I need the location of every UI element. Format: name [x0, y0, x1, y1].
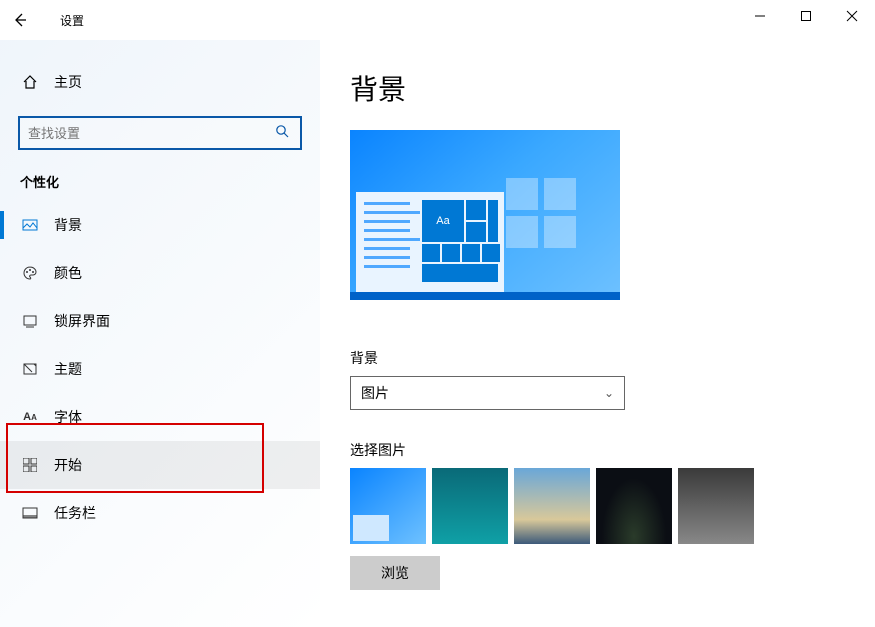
maximize-icon	[800, 10, 812, 22]
start-icon	[20, 455, 40, 475]
nav-label: 颜色	[54, 263, 82, 283]
select-value: 图片	[361, 383, 389, 403]
preview-sample-text: Aa	[422, 200, 464, 242]
windows-logo-icon	[506, 178, 576, 248]
palette-icon	[20, 263, 40, 283]
desktop-preview: Aa	[350, 130, 620, 300]
nav-item-taskbar[interactable]: 任务栏	[0, 489, 320, 537]
preview-window-mock: Aa	[356, 192, 504, 300]
bg-select-label: 背景	[350, 348, 875, 368]
search-input[interactable]	[28, 126, 272, 141]
nav-label: 主题	[54, 359, 82, 379]
arrow-left-icon	[12, 12, 28, 28]
window-title: 设置	[60, 12, 84, 29]
thumbnail[interactable]	[596, 468, 672, 544]
nav-item-colors[interactable]: 颜色	[0, 249, 320, 297]
thumbnail[interactable]	[678, 468, 754, 544]
minimize-icon	[754, 10, 766, 22]
nav-label: 任务栏	[54, 503, 96, 523]
nav-item-themes[interactable]: 主题	[0, 345, 320, 393]
nav-label: 背景	[54, 215, 82, 235]
maximize-button[interactable]	[783, 0, 829, 32]
nav-item-start[interactable]: 开始	[0, 441, 320, 489]
page-heading: 背景	[350, 68, 875, 108]
nav-item-lockscreen[interactable]: 锁屏界面	[0, 297, 320, 345]
nav-label: 锁屏界面	[54, 311, 110, 331]
preview-taskbar	[350, 292, 620, 300]
nav-label: 字体	[54, 407, 82, 427]
image-thumbnails	[350, 468, 875, 544]
window-controls	[737, 0, 875, 32]
minimize-button[interactable]	[737, 0, 783, 32]
back-button[interactable]	[0, 0, 40, 40]
titlebar: 设置	[0, 0, 875, 40]
home-icon	[20, 74, 40, 90]
nav-list: 背景 颜色 锁屏界面 主题 AA 字体 开始	[0, 201, 320, 537]
nav-item-background[interactable]: 背景	[0, 201, 320, 249]
close-icon	[846, 10, 858, 22]
lockscreen-icon	[20, 311, 40, 331]
image-icon	[20, 215, 40, 235]
search-icon	[272, 124, 292, 143]
close-button[interactable]	[829, 0, 875, 32]
theme-icon	[20, 359, 40, 379]
thumbnail[interactable]	[432, 468, 508, 544]
nav-label: 开始	[54, 455, 82, 475]
browse-button[interactable]: 浏览	[350, 556, 440, 590]
thumbnail[interactable]	[514, 468, 590, 544]
taskbar-icon	[20, 503, 40, 523]
search-box[interactable]	[18, 116, 302, 150]
background-type-select[interactable]: 图片 ⌄	[350, 376, 625, 410]
thumbnail[interactable]	[350, 468, 426, 544]
font-icon: AA	[20, 407, 40, 427]
chevron-down-icon: ⌄	[604, 386, 614, 400]
section-heading: 个性化	[20, 172, 320, 191]
sidebar: 主页 个性化 背景 颜色 锁屏界面 主题	[0, 40, 320, 627]
choose-image-label: 选择图片	[350, 440, 875, 460]
home-link[interactable]: 主页	[0, 62, 320, 102]
main-content: 背景 Aa 背景 图片 ⌄ 选择图片	[320, 40, 875, 627]
nav-item-fonts[interactable]: AA 字体	[0, 393, 320, 441]
home-label: 主页	[54, 72, 82, 92]
